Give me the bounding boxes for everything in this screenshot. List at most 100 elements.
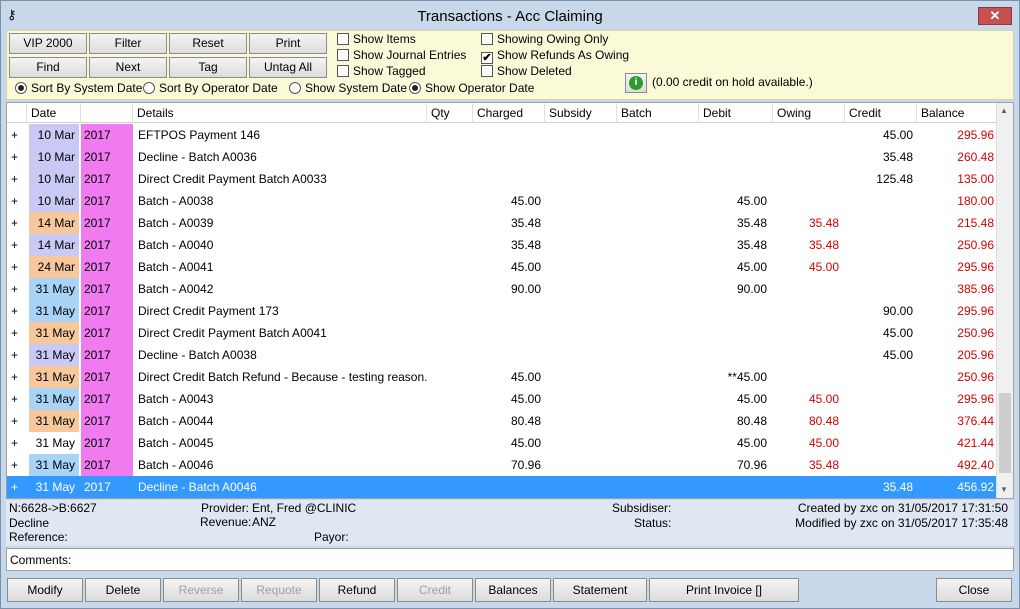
checkbox-box[interactable] — [481, 33, 493, 45]
row-credit — [845, 410, 913, 432]
row-expand-icon[interactable]: + — [9, 410, 25, 432]
checkbox-checked-box[interactable]: ✔ — [481, 52, 493, 64]
showing-owing-only-checkbox[interactable]: Showing Owing Only — [481, 32, 608, 47]
show-journal-entries-checkbox[interactable]: Show Journal Entries — [337, 48, 466, 63]
table-row[interactable]: +10 Mar 2017 Batch - A0038 45.00 45.00 180.00 — [7, 190, 997, 212]
checkbox-label: Show Journal Entries — [353, 48, 467, 62]
window-close-button[interactable]: ✕ — [978, 7, 1012, 25]
vertical-scrollbar[interactable]: ▲ ▼ — [996, 103, 1013, 498]
checkbox-box[interactable] — [337, 65, 349, 77]
checkbox-box[interactable] — [337, 49, 349, 61]
balances-button[interactable]: Balances — [475, 578, 551, 602]
show-items-checkbox[interactable]: Show Items — [337, 32, 416, 47]
row-year: 2017 — [81, 410, 133, 432]
show-operator-date-radio[interactable]: Show Operator Date — [409, 81, 534, 96]
row-charged — [473, 322, 541, 344]
row-expand-icon[interactable]: + — [9, 168, 25, 190]
table-row[interactable]: +31 May 2017 Decline - Batch A0038 45.00 205… — [7, 344, 997, 366]
radio-dot[interactable] — [289, 82, 301, 94]
row-expand-icon[interactable]: + — [9, 146, 25, 168]
row-details: Direct Credit Batch Refund - Because - t… — [138, 370, 428, 384]
table-row[interactable]: +31 May 2017 Batch - A0046 70.96 70.96 35.48 4… — [7, 454, 997, 476]
table-row[interactable]: +14 Mar 2017 Batch - A0040 35.48 35.48 35.48 2… — [7, 234, 997, 256]
row-expand-icon[interactable]: + — [9, 190, 25, 212]
checkbox-box[interactable] — [337, 33, 349, 45]
comments-field[interactable]: Comments: — [6, 548, 1014, 571]
untag-all-button[interactable]: Untag All — [249, 57, 327, 78]
radio-dot[interactable] — [143, 82, 155, 94]
table-row[interactable]: +31 May 2017 Direct Credit Batch Refund - … — [7, 366, 997, 388]
requote-button[interactable]: Requote — [241, 578, 317, 602]
sort-by-operator-date-radio[interactable]: Sort By Operator Date — [143, 81, 278, 96]
header-balance[interactable]: Balance — [917, 103, 997, 123]
scroll-down-icon[interactable]: ▼ — [1000, 485, 1008, 494]
header-batch[interactable]: Batch — [617, 103, 699, 123]
header-details[interactable]: Details — [133, 103, 427, 123]
modify-button[interactable]: Modify — [7, 578, 83, 602]
show-tagged-checkbox[interactable]: Show Tagged — [337, 64, 426, 79]
header-date[interactable]: Date — [27, 103, 81, 123]
table-row[interactable]: +31 May 2017 Batch - A0045 45.00 45.00 45.00 4… — [7, 432, 997, 454]
row-expand-icon[interactable]: + — [9, 476, 25, 498]
header-subsidy[interactable]: Subsidy — [545, 103, 617, 123]
row-expand-icon[interactable]: + — [9, 388, 25, 410]
table-row[interactable]: +24 Mar 2017 Batch - A0041 45.00 45.00 45.00 2… — [7, 256, 997, 278]
find-button[interactable]: Find — [9, 57, 87, 78]
show-deleted-checkbox[interactable]: Show Deleted — [481, 64, 572, 79]
table-row[interactable]: +10 Mar 2017 Decline - Batch A0036 35.48 260… — [7, 146, 997, 168]
table-row[interactable]: +14 Mar 2017 Batch - A0039 35.48 35.48 35.48 2… — [7, 212, 997, 234]
row-details: Direct Credit Payment 173 — [138, 304, 279, 318]
table-row[interactable]: +31 May 2017 Batch - A0042 90.00 90.00 385.96 — [7, 278, 997, 300]
print-button[interactable]: Print — [249, 33, 327, 54]
row-expand-icon[interactable]: + — [9, 322, 25, 344]
row-debit: 45.00 — [736, 260, 767, 274]
radio-dot[interactable] — [409, 82, 421, 94]
tag-button[interactable]: Tag — [169, 57, 247, 78]
header-debit[interactable]: Debit — [699, 103, 773, 123]
close-button[interactable]: Close — [936, 578, 1012, 602]
row-expand-icon[interactable]: + — [9, 366, 25, 388]
row-expand-icon[interactable]: + — [9, 256, 25, 278]
filter-button[interactable]: Filter — [89, 33, 167, 54]
header-charged[interactable]: Charged — [473, 103, 545, 123]
window-title: Transactions - Acc Claiming — [417, 8, 603, 25]
statement-button[interactable]: Statement — [553, 578, 647, 602]
table-row[interactable]: +31 May 2017 Batch - A0043 45.00 45.00 45.00 2… — [7, 388, 997, 410]
print-invoice-button[interactable]: Print Invoice [] — [649, 578, 799, 602]
table-row[interactable]: +31 May 2017 Decline - Batch A0046 35.48 456… — [7, 476, 997, 498]
credit-info-button[interactable]: i — [625, 73, 647, 93]
sort-by-system-date-radio[interactable]: Sort By System Date — [15, 81, 142, 96]
header-qty[interactable]: Qty — [427, 103, 473, 123]
row-expand-icon[interactable]: + — [9, 234, 25, 256]
radio-dot[interactable] — [15, 82, 27, 94]
row-expand-icon[interactable]: + — [9, 212, 25, 234]
row-expand-icon[interactable]: + — [9, 432, 25, 454]
table-row[interactable]: +31 May 2017 Batch - A0044 80.48 80.48 80.48 3… — [7, 410, 997, 432]
row-charged — [473, 300, 541, 322]
row-expand-icon[interactable]: + — [9, 344, 25, 366]
row-expand-icon[interactable]: + — [9, 454, 25, 476]
table-row[interactable]: +31 May 2017 Direct Credit Payment 173 90.0… — [7, 300, 997, 322]
row-expand-icon[interactable]: + — [9, 124, 25, 146]
show-system-date-radio[interactable]: Show System Date — [289, 81, 407, 96]
reset-button[interactable]: Reset — [169, 33, 247, 54]
table-row[interactable]: +10 Mar 2017 EFTPOS Payment 146 45.00 295.96 — [7, 124, 997, 146]
row-debit: 90.00 — [736, 282, 767, 296]
row-expand-icon[interactable]: + — [9, 300, 25, 322]
scroll-thumb[interactable] — [999, 393, 1011, 473]
reverse-button[interactable]: Reverse — [163, 578, 239, 602]
row-expand-icon[interactable]: + — [9, 278, 25, 300]
delete-button[interactable]: Delete — [85, 578, 161, 602]
header-owing[interactable]: Owing — [773, 103, 845, 123]
checkbox-box[interactable] — [481, 65, 493, 77]
table-row[interactable]: +31 May 2017 Direct Credit Payment Batch A… — [7, 322, 997, 344]
refund-button[interactable]: Refund — [319, 578, 395, 602]
show-refunds-as-owing-checkbox[interactable]: ✔ Show Refunds As Owing — [481, 48, 629, 64]
next-button[interactable]: Next — [89, 57, 167, 78]
header-credit[interactable]: Credit — [845, 103, 917, 123]
credit-button[interactable]: Credit — [397, 578, 473, 602]
table-row[interactable]: +10 Mar 2017 Direct Credit Payment Batch A… — [7, 168, 997, 190]
vip-2000-button[interactable]: VIP 2000 — [9, 33, 87, 54]
scroll-up-icon[interactable]: ▲ — [1000, 106, 1008, 115]
row-charged: 35.48 — [510, 238, 541, 252]
